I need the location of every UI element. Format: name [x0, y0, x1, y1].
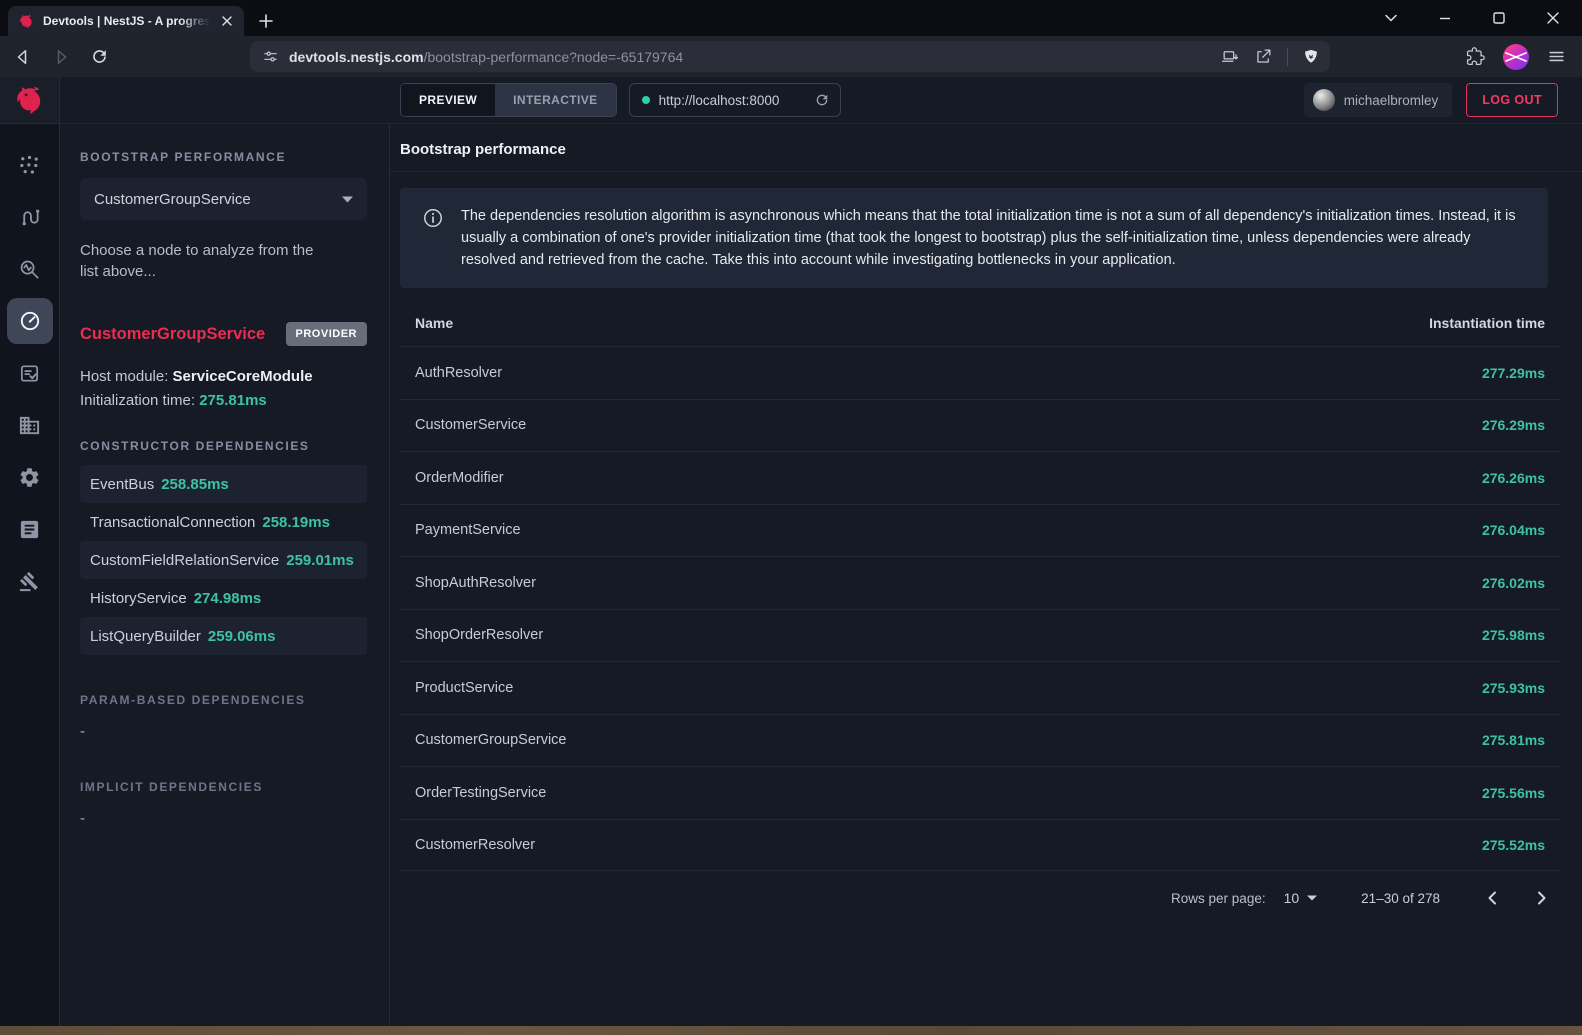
nestjs-logo[interactable]: [0, 77, 60, 124]
sidebar-item-graph[interactable]: [7, 142, 53, 188]
share-icon[interactable]: [1254, 47, 1273, 66]
sidebar-item-audit-checklist[interactable]: [7, 350, 53, 396]
sidebar-rail: [0, 124, 60, 1026]
page-title: Bootstrap performance: [400, 141, 566, 158]
app-url-input[interactable]: http://localhost:8000: [629, 83, 841, 117]
dep-item[interactable]: CustomFieldRelationService259.01ms: [80, 541, 367, 579]
node-select-value: CustomerGroupService: [94, 191, 251, 208]
host-module-value: ServiceCoreModule: [173, 368, 313, 385]
table-row[interactable]: PaymentService276.04ms: [400, 504, 1560, 557]
table-row[interactable]: OrderModifier276.26ms: [400, 451, 1560, 504]
table-row[interactable]: CustomerService276.29ms: [400, 399, 1560, 452]
browser-toolbar: devtools.nestjs.com/bootstrap-performanc…: [0, 36, 1582, 77]
main-content: Bootstrap performance The dependencies r…: [390, 124, 1582, 1026]
back-icon[interactable]: [8, 42, 38, 72]
close-icon[interactable]: [1538, 4, 1568, 32]
tab-close-icon[interactable]: [218, 12, 236, 30]
interactive-tab[interactable]: INTERACTIVE: [495, 84, 615, 116]
info-text: The dependencies resolution algorithm is…: [461, 205, 1526, 271]
panel-section-title: BOOTSTRAP PERFORMANCE: [80, 150, 367, 164]
table-row[interactable]: ProductService275.93ms: [400, 661, 1560, 714]
info-icon: [422, 207, 444, 234]
node-select-dropdown[interactable]: CustomerGroupService: [80, 178, 367, 220]
rows-per-page-label: Rows per page:: [1171, 891, 1266, 906]
sidebar-item-issues[interactable]: [7, 558, 53, 604]
send-to-device-icon[interactable]: [1221, 47, 1240, 66]
status-dot: [642, 96, 650, 104]
browser-window: Devtools | NestJS - A progressive devtoo…: [0, 0, 1582, 1035]
maximize-icon[interactable]: [1484, 4, 1514, 32]
divider: [1287, 48, 1288, 66]
window-controls: [1376, 0, 1568, 36]
table-row[interactable]: AuthResolver277.29ms: [400, 346, 1560, 399]
table-row[interactable]: ShopOrderResolver275.98ms: [400, 609, 1560, 662]
dep-item[interactable]: TransactionalConnection258.19ms: [80, 503, 367, 541]
address-bar[interactable]: devtools.nestjs.com/bootstrap-performanc…: [250, 41, 1330, 72]
tab-search-icon[interactable]: [1376, 4, 1406, 32]
col-header-name: Name: [415, 315, 453, 331]
user-menu[interactable]: michaelbromley: [1304, 83, 1453, 117]
menu-icon[interactable]: [1547, 47, 1566, 66]
host-module-line: Host module: ServiceCoreModule: [80, 368, 367, 385]
reload-icon[interactable]: [84, 42, 114, 72]
sidebar-item-docs[interactable]: [7, 506, 53, 552]
table-row[interactable]: CustomerGroupService275.81ms: [400, 714, 1560, 767]
extensions-icon[interactable]: [1466, 47, 1485, 66]
sidebar-item-routes[interactable]: [7, 194, 53, 240]
logout-button[interactable]: LOG OUT: [1466, 83, 1558, 117]
constructor-deps-title: CONSTRUCTOR DEPENDENCIES: [80, 439, 367, 453]
brave-shield-icon[interactable]: [1302, 48, 1320, 66]
dep-item[interactable]: EventBus258.85ms: [80, 465, 367, 503]
desktop-edge: [0, 1026, 1582, 1035]
constructor-deps-list: EventBus258.85ms TransactionalConnection…: [80, 465, 367, 655]
provider-badge: PROVIDER: [286, 322, 367, 346]
nestjs-favicon: [18, 13, 35, 30]
sidebar-item-modules[interactable]: [7, 402, 53, 448]
site-settings-icon[interactable]: [262, 48, 279, 65]
chevron-down-icon: [1307, 895, 1317, 901]
browser-profile-avatar[interactable]: [1503, 44, 1529, 70]
pagination: Rows per page: 10 21–30 of 278: [390, 871, 1582, 910]
user-avatar: [1313, 89, 1335, 111]
url-text: devtools.nestjs.com/bootstrap-performanc…: [289, 49, 1211, 65]
chevron-down-icon: [342, 196, 353, 203]
table-row[interactable]: ShopAuthResolver276.02ms: [400, 556, 1560, 609]
node-hint-text: Choose a node to analyze from the list a…: [80, 240, 330, 282]
tab-title: Devtools | NestJS - A progressive: [43, 14, 210, 28]
dep-item[interactable]: HistoryService274.98ms: [80, 579, 367, 617]
pagination-range: 21–30 of 278: [1361, 891, 1440, 906]
sidebar-item-bootstrap-performance[interactable]: [7, 298, 53, 344]
sidebar-item-settings[interactable]: [7, 454, 53, 500]
col-header-time: Instantiation time: [1429, 315, 1545, 331]
sidebar-item-inspect[interactable]: [7, 246, 53, 292]
preview-tab[interactable]: PREVIEW: [401, 84, 495, 116]
left-panel: BOOTSTRAP PERFORMANCE CustomerGroupServi…: [60, 124, 390, 1026]
table-row[interactable]: CustomerResolver275.52ms: [400, 819, 1560, 872]
selected-node-name: CustomerGroupService: [80, 325, 265, 344]
refresh-icon[interactable]: [814, 92, 830, 108]
dep-item[interactable]: ListQueryBuilder259.06ms: [80, 617, 367, 655]
param-deps-title: PARAM-BASED DEPENDENCIES: [80, 693, 367, 707]
prev-page-icon[interactable]: [1480, 886, 1504, 910]
next-page-icon[interactable]: [1530, 886, 1554, 910]
implicit-deps-empty: -: [80, 810, 367, 827]
init-time-line: Initialization time: 275.81ms: [80, 392, 367, 409]
view-mode-toggle: PREVIEW INTERACTIVE: [400, 83, 617, 117]
table-row[interactable]: OrderTestingService275.56ms: [400, 766, 1560, 819]
init-time-value: 275.81ms: [199, 392, 267, 409]
new-tab-button[interactable]: [254, 9, 278, 33]
username: michaelbromley: [1344, 93, 1439, 108]
browser-tab[interactable]: Devtools | NestJS - A progressive: [8, 6, 244, 36]
rows-per-page-select[interactable]: 10: [1284, 890, 1318, 906]
implicit-deps-title: IMPLICIT DEPENDENCIES: [80, 780, 367, 794]
param-deps-empty: -: [80, 723, 367, 740]
info-callout: The dependencies resolution algorithm is…: [400, 188, 1548, 288]
app-header: PREVIEW INTERACTIVE http://localhost:800…: [60, 77, 1582, 124]
forward-icon[interactable]: [46, 42, 76, 72]
app-url-value: http://localhost:8000: [659, 93, 805, 108]
performance-table: Name Instantiation time AuthResolver277.…: [400, 298, 1560, 871]
minimize-icon[interactable]: [1430, 4, 1460, 32]
tab-strip: Devtools | NestJS - A progressive: [0, 0, 1582, 36]
